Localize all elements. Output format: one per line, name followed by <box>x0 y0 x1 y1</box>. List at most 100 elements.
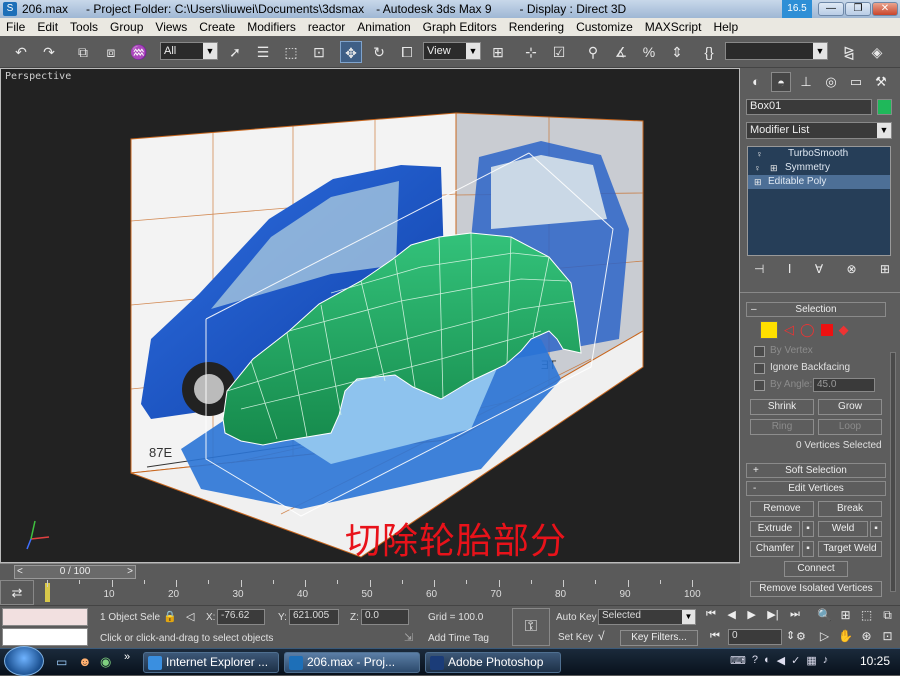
default-in-out-tangents-icon[interactable]: √ <box>598 629 605 643</box>
minimize-button[interactable]: — <box>818 2 844 16</box>
angle-snap-icon[interactable]: ∡ <box>610 41 632 63</box>
previous-frame-icon[interactable]: ◀ <box>727 608 735 624</box>
track-bar[interactable]: ⇄ 10 20 30 40 50 60 70 80 90 100 <box>0 580 740 605</box>
modifier-list-dropdown[interactable]: Modifier List ▼ <box>746 122 892 139</box>
snaps-toggle-icon[interactable]: ⚲ <box>582 41 604 63</box>
safely-remove-icon[interactable]: ✓ <box>791 654 800 670</box>
by-vertex-checkbox[interactable] <box>754 346 765 357</box>
utilities-tab-icon[interactable]: ⚒ <box>871 72 891 92</box>
start-button[interactable] <box>4 646 44 676</box>
ime-icon[interactable]: ◐ <box>764 654 771 670</box>
configure-modifier-sets-icon[interactable]: ⊞ <box>880 262 890 278</box>
network-icon[interactable]: ▦ <box>806 654 816 670</box>
make-unique-icon[interactable]: ∀ <box>815 262 823 278</box>
remove-isolated-vertices-button[interactable]: Remove Isolated Vertices <box>750 581 882 597</box>
time-next-icon[interactable]: > <box>127 566 133 578</box>
ring-button[interactable]: Ring <box>750 419 814 435</box>
close-button[interactable]: ✕ <box>872 2 898 16</box>
menu-item-edit[interactable]: Edit <box>31 20 64 34</box>
shrink-button[interactable]: Shrink <box>750 399 814 415</box>
y-coordinate-field[interactable]: 621.005 <box>289 609 339 625</box>
select-move-icon[interactable]: ✥ <box>340 41 362 63</box>
time-prev-icon[interactable]: < <box>17 566 23 578</box>
taskbar-item-3dsmax[interactable]: 206.max - Proj... <box>284 652 420 673</box>
element-level-icon[interactable]: ◆ <box>839 322 849 338</box>
weld-button[interactable]: Weld <box>818 521 868 537</box>
maxscript-listener-pink[interactable] <box>2 608 88 626</box>
time-tag-icon[interactable]: ⇲ <box>404 631 413 644</box>
maxscript-listener-white[interactable] <box>2 628 88 646</box>
polygon-level-icon[interactable] <box>820 324 833 336</box>
current-frame-field[interactable]: 0 <box>728 629 782 645</box>
help-icon[interactable]: ? <box>752 654 758 670</box>
viewport-label[interactable]: Perspective <box>5 71 71 82</box>
edge-level-icon[interactable]: ◁ <box>784 322 794 338</box>
object-color-swatch[interactable] <box>877 99 892 115</box>
link-icon[interactable]: ⧉ <box>72 41 94 63</box>
select-object-icon[interactable]: ➚ <box>224 41 246 63</box>
object-name-field[interactable]: Box01 <box>746 99 872 115</box>
motion-tab-icon[interactable]: ◎ <box>821 72 841 92</box>
tray-arrow-icon[interactable]: ◀ <box>777 654 785 670</box>
menu-item-graph-editors[interactable]: Graph Editors <box>417 20 503 34</box>
go-to-start-icon[interactable]: ⏮ <box>706 608 716 624</box>
pin-stack-icon[interactable]: ⊣ <box>754 262 764 278</box>
menu-item-help[interactable]: Help <box>707 20 744 34</box>
auto-key-button[interactable]: Auto Key <box>556 612 597 623</box>
border-level-icon[interactable]: ◯ <box>800 322 815 338</box>
align-icon[interactable]: ◈ <box>866 41 888 63</box>
pan-icon[interactable]: ✋ <box>835 629 856 649</box>
time-slider-thumb[interactable]: < 0 / 100 > <box>14 565 136 579</box>
manipulate-icon[interactable]: ⊹ <box>520 41 542 63</box>
keyboard-shortcut-override-icon[interactable]: ☑ <box>548 41 570 63</box>
remove-modifier-icon[interactable]: ⊗ <box>846 262 856 278</box>
menu-item-customize[interactable]: Customize <box>570 20 639 34</box>
x-coordinate-field[interactable]: -76.62 <box>217 609 265 625</box>
perspective-viewport[interactable]: 87E ƎT Perspective <box>0 68 740 563</box>
show-desktop-icon[interactable]: ▭ <box>56 655 67 669</box>
ignore-backfacing-checkbox[interactable] <box>754 363 765 374</box>
set-key-button[interactable]: Set Key <box>558 632 593 643</box>
menu-item-group[interactable]: Group <box>104 20 149 34</box>
menu-item-animation[interactable]: Animation <box>351 20 416 34</box>
chamfer-button[interactable]: Chamfer <box>750 541 800 557</box>
key-filters-button[interactable]: Key Filters... <box>620 630 698 646</box>
chamfer-settings-icon[interactable]: ▪ <box>802 541 814 557</box>
frame-spinner-icon[interactable]: ⇕ <box>786 629 795 642</box>
edit-vertices-rollout-header[interactable]: - Edit Vertices <box>746 481 886 496</box>
menu-item-file[interactable]: File <box>0 20 31 34</box>
window-crossing-icon[interactable]: ⊡ <box>308 41 330 63</box>
zoom-all-icon[interactable]: ⊞ <box>835 608 856 629</box>
zoom-extents-all-icon[interactable]: ⧉ <box>877 608 898 629</box>
taskbar-item-internet-explorer[interactable]: Internet Explorer ... <box>143 652 279 673</box>
go-to-end-icon[interactable]: ⏭ <box>790 608 800 624</box>
edit-named-selection-icon[interactable]: {} <box>698 41 720 63</box>
display-tab-icon[interactable]: ▭ <box>846 72 866 92</box>
play-icon[interactable]: ▶ <box>747 608 755 624</box>
reference-coordinate-dropdown[interactable]: View ▼ <box>423 42 481 60</box>
break-button[interactable]: Break <box>818 501 882 517</box>
remove-button[interactable]: Remove <box>750 501 814 517</box>
create-tab-icon[interactable]: ◐ <box>746 72 766 92</box>
menu-item-tools[interactable]: Tools <box>64 20 104 34</box>
select-rotate-icon[interactable]: ↻ <box>368 41 390 63</box>
vertex-level-icon[interactable] <box>760 321 778 339</box>
panel-scrollbar[interactable] <box>890 352 896 592</box>
clock[interactable]: 10:25 <box>860 654 890 668</box>
hierarchy-tab-icon[interactable]: ⊥ <box>796 72 816 92</box>
modifier-stack[interactable]: ♀ TurboSmooth ♀ ⊞ Symmetry ⊞ Editable Poly <box>747 146 891 256</box>
angle-spinner[interactable]: 45.0 <box>813 378 875 392</box>
expand-icon[interactable]: ⊞ <box>754 175 762 189</box>
percent-snap-icon[interactable]: % <box>638 41 660 63</box>
connect-button[interactable]: Connect <box>784 561 848 577</box>
next-frame-icon[interactable]: ▶| <box>767 608 778 624</box>
time-configuration-icon[interactable]: ⚙ <box>796 630 806 643</box>
maximize-button[interactable]: ❐ <box>845 2 871 16</box>
maximize-viewport-icon[interactable]: ⊡ <box>877 629 898 649</box>
rectangular-selection-icon[interactable]: ⬚ <box>280 41 302 63</box>
key-mode-dropdown[interactable]: Selected ▼ <box>598 609 696 625</box>
key-mode-toggle-icon[interactable]: ⏮ <box>710 630 720 643</box>
menu-item-rendering[interactable]: Rendering <box>503 20 570 34</box>
select-by-name-icon[interactable]: ☰ <box>252 41 274 63</box>
modify-tab-icon[interactable]: ◓ <box>771 72 791 92</box>
